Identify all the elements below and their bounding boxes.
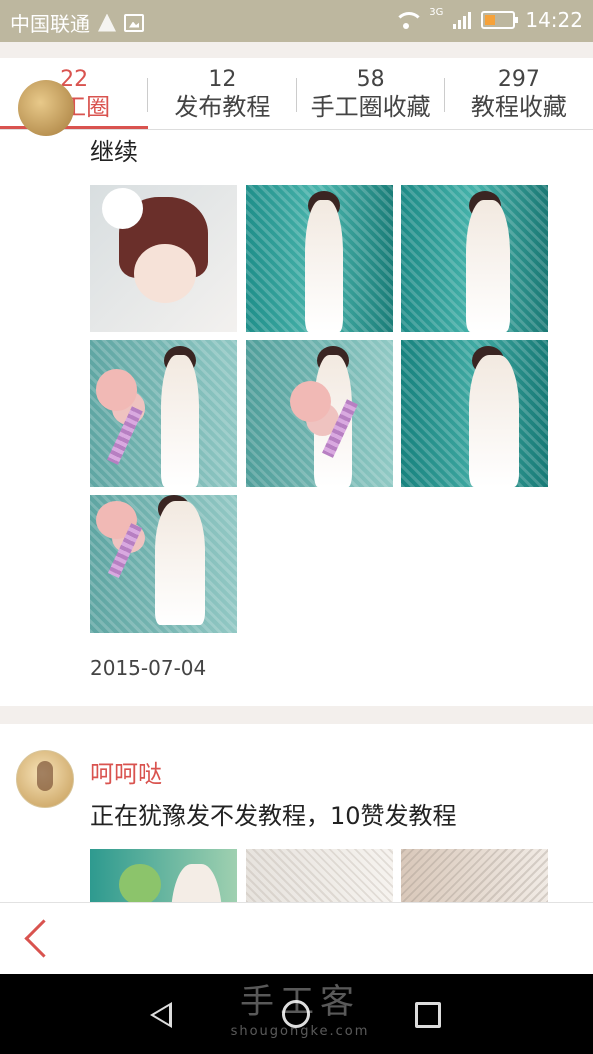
post-photo[interactable] [246,185,393,332]
wifi-icon [393,11,425,29]
tab-count: 22 [60,67,89,92]
carrier-label: 中国联通 [10,12,90,36]
post-text: 继续 [90,138,138,166]
avatar[interactable] [18,80,74,136]
nav-back-icon[interactable] [150,1002,172,1028]
post-photo[interactable] [90,849,237,904]
tab-tutorial-favorites[interactable]: 297 教程收藏 [445,58,593,129]
tab-published-tutorials[interactable]: 12 发布教程 [148,58,297,129]
post-photo[interactable] [401,849,548,904]
profile-tabs: 22 手工圈 12 发布教程 58 手工圈收藏 297 教程收藏 [0,58,593,130]
post-card: 呵呵哒 正在犹豫发不发教程，10赞发教程 [0,724,593,904]
post-photo[interactable] [401,340,548,487]
tab-label: 发布教程 [174,93,271,121]
watermark-site: shougongke.com [230,1024,370,1039]
tab-label: 手工圈收藏 [310,93,431,121]
tab-count: 297 [497,67,540,92]
post-date: 2015-07-04 [90,656,207,680]
tab-count: 12 [208,67,237,92]
sim-alert-icon [98,13,116,32]
bottom-bar [0,902,593,974]
post-photo[interactable] [90,495,237,633]
post-photo[interactable] [90,340,237,487]
post-photo[interactable] [401,185,548,332]
tab-label: 教程收藏 [470,93,567,121]
battery-icon [481,11,519,29]
avatar[interactable] [16,750,74,808]
chevron-left-icon[interactable] [20,919,54,959]
status-bar: 中国联通 3G 14:22 [0,0,593,42]
post-card: 继续 2015-07-04 [0,80,593,706]
tab-count: 58 [356,67,385,92]
username-link[interactable]: 呵呵哒 [90,754,162,789]
gallery-notification-icon [124,13,144,32]
post-photo[interactable] [90,185,237,332]
post-text: 正在犹豫发不发教程，10赞发教程 [90,802,457,830]
clock-label: 14:22 [525,8,583,32]
network-type-label: 3G [429,6,444,18]
post-photo[interactable] [246,340,393,487]
post-photo[interactable] [246,849,393,904]
signal-icon [453,11,472,29]
nav-recents-icon[interactable] [415,1002,441,1028]
watermark-title: 手工客 [240,982,360,1022]
tab-circle-favorites[interactable]: 58 手工圈收藏 [297,58,445,129]
